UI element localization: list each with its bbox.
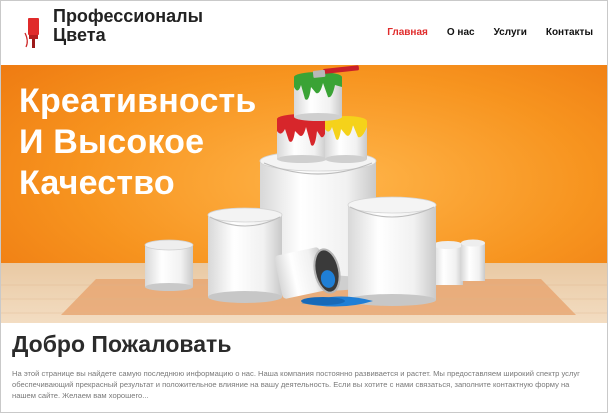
site-brand[interactable]: Профессионалы Цвета <box>53 7 203 45</box>
hero-title-line-1: Креативность <box>19 82 257 120</box>
hero-title: Креативность И Высокое Качество <box>19 81 257 204</box>
paint-brush-icon[interactable] <box>23 9 45 49</box>
welcome-title: Добро Пожаловать <box>12 331 232 357</box>
brand-line-2: Цвета <box>53 25 106 45</box>
hero-title-line-3: Качество <box>19 164 175 202</box>
paint-can-small-left <box>144 239 194 291</box>
welcome-section: Добро Пожаловать На этой странице вы най… <box>1 323 607 412</box>
paint-can-red <box>277 114 327 163</box>
brand-line-1: Профессионалы <box>53 6 203 26</box>
page-frame: Профессионалы Цвета Главная О нас Услуги… <box>0 0 608 413</box>
hero-title-line-2: И Высокое <box>19 123 205 161</box>
nav-item-services[interactable]: Услуги <box>494 27 527 38</box>
paint-can-yellow <box>325 116 367 163</box>
nav-item-about[interactable]: О нас <box>447 27 475 38</box>
nav-item-home[interactable]: Главная <box>387 27 428 38</box>
main-nav: Главная О нас Услуги Контакты <box>368 27 593 38</box>
welcome-text: На этой странице вы найдете самую послед… <box>12 369 580 400</box>
nav-item-contacts[interactable]: Контакты <box>546 27 593 38</box>
hero-banner: Креативность И Высокое Качество <box>1 65 607 323</box>
site-header: Профессионалы Цвета Главная О нас Услуги… <box>1 1 607 65</box>
